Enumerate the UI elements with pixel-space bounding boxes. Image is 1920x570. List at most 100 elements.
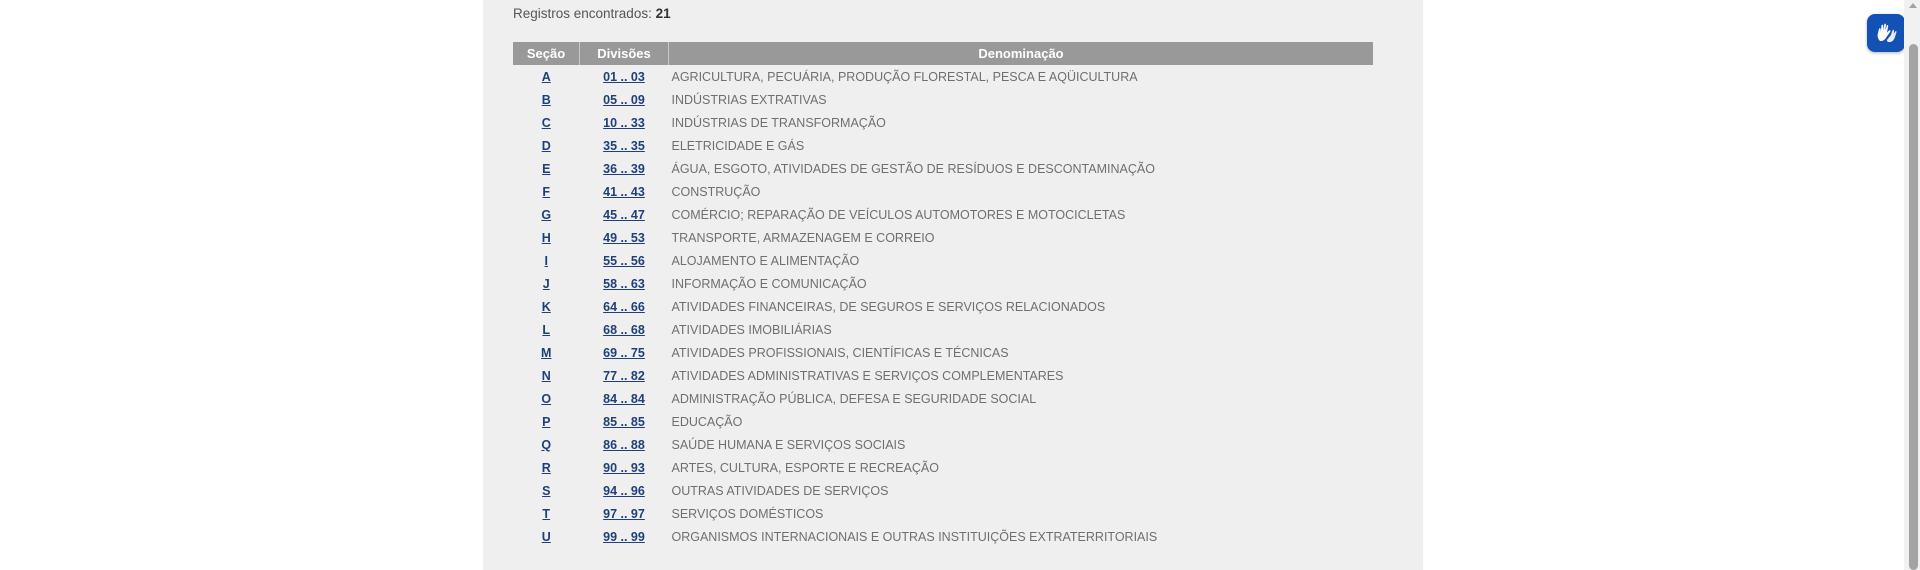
secao-link[interactable]: R [542,461,551,475]
divisoes-link[interactable]: 41 .. 43 [603,185,645,199]
table-body: A 01 .. 03 AGRICULTURA, PECUÁRIA, PRODUÇÃO… [513,65,1373,548]
cell-secao: M [513,341,580,364]
cell-denominacao: SERVIÇOS DOMÉSTICOS [671,506,824,521]
table-row: U 99 .. 99 ORGANISMOS INTERNACIONAIS E OUT… [513,525,1373,548]
cell-secao: R [513,456,580,479]
secao-link[interactable]: U [542,530,551,544]
divisoes-link[interactable]: 90 .. 93 [603,461,645,475]
secao-link[interactable]: M [541,346,551,360]
table-row: E 36 .. 39 ÁGUA, ESGOTO, ATIVIDADES DE GES… [513,157,1373,180]
table-row: N 77 .. 82 ATIVIDADES ADMINISTRATIVAS E SE… [513,364,1373,387]
cell-secao: Q [513,433,580,456]
divisoes-link[interactable]: 58 .. 63 [603,277,645,291]
cell-secao: O [513,387,580,410]
divisoes-link[interactable]: 99 .. 99 [603,530,645,544]
secao-link[interactable]: O [541,392,551,406]
divisoes-link[interactable]: 69 .. 75 [603,346,645,360]
divisoes-link[interactable]: 05 .. 09 [603,93,645,107]
secao-link[interactable]: G [541,208,551,222]
secao-link[interactable]: N [542,369,551,383]
scrollbar-thumb[interactable] [1909,44,1918,570]
secao-link[interactable]: J [543,277,550,291]
records-count-label: Registros encontrados: [513,6,652,21]
divisoes-link[interactable]: 01 .. 03 [603,70,645,84]
cell-denominacao: COMÉRCIO; REPARAÇÃO DE VEÍCULOS AUTOMOTO… [671,207,1126,222]
cell-divisoes: 10 .. 33 [580,111,669,134]
divisoes-link[interactable]: 68 .. 68 [603,323,645,337]
divisoes-link[interactable]: 36 .. 39 [603,162,645,176]
secao-link[interactable]: E [542,162,550,176]
cell-secao: H [513,226,580,249]
divisoes-link[interactable]: 97 .. 97 [603,507,645,521]
secao-link[interactable]: A [542,70,551,84]
table-row: F 41 .. 43 CONSTRUÇÃO [513,180,1373,203]
divisoes-link[interactable]: 55 .. 56 [603,254,645,268]
cell-divisoes: 84 .. 84 [580,387,669,410]
cell-divisoes: 90 .. 93 [580,456,669,479]
vlibras-accessibility-button[interactable] [1867,14,1905,52]
vertical-scrollbar[interactable] [1904,0,1920,570]
cell-denominacao: ADMINISTRAÇÃO PÚBLICA, DEFESA E SEGURIDA… [671,391,1037,406]
cell-denominacao: OUTRAS ATIVIDADES DE SERVIÇOS [671,483,889,498]
cell-divisoes: 94 .. 96 [580,479,669,502]
table-row: G 45 .. 47 COMÉRCIO; REPARAÇÃO DE VEÍCULOS… [513,203,1373,226]
secao-link[interactable]: K [542,300,551,314]
records-count-value: 21 [655,6,671,21]
cell-denominacao: ATIVIDADES ADMINISTRATIVAS E SERVIÇOS CO… [671,368,1064,383]
divisoes-link[interactable]: 94 .. 96 [603,484,645,498]
secao-link[interactable]: D [542,139,551,153]
secao-link[interactable]: B [542,93,551,107]
cell-divisoes: 05 .. 09 [580,88,669,111]
cell-denominacao: ÁGUA, ESGOTO, ATIVIDADES DE GESTÃO DE RE… [671,161,1155,176]
table-row: J 58 .. 63 INFORMAÇÃO E COMUNICAÇÃO [513,272,1373,295]
cell-secao: E [513,157,580,180]
secao-link[interactable]: I [545,254,548,268]
cell-denominacao: ARTES, CULTURA, ESPORTE E RECREAÇÃO [671,460,939,475]
secao-link[interactable]: S [542,484,550,498]
divisoes-link[interactable]: 84 .. 84 [603,392,645,406]
cell-denominacao: ATIVIDADES IMOBILIÁRIAS [671,322,832,337]
secao-link[interactable]: H [542,231,551,245]
cell-divisoes: 64 .. 66 [580,295,669,318]
cnae-sections-table: Seção Divisões Denominação A 01 .. 03 AGRI… [513,42,1373,548]
cell-divisoes: 55 .. 56 [580,249,669,272]
cell-denominacao: SAÚDE HUMANA E SERVIÇOS SOCIAIS [671,437,906,452]
cell-secao: C [513,111,580,134]
secao-link[interactable]: L [542,323,550,337]
cell-divisoes: 85 .. 85 [580,410,669,433]
cell-secao: I [513,249,580,272]
divisoes-link[interactable]: 77 .. 82 [603,369,645,383]
secao-link[interactable]: Q [541,438,551,452]
header-divisoes[interactable]: Divisões [579,42,669,65]
cell-denominacao: ELETRICIDADE E GÁS [671,138,805,153]
cell-denominacao: EDUCAÇÃO [671,414,743,429]
scroll-up-arrow-icon[interactable] [1909,3,1917,8]
divisoes-link[interactable]: 49 .. 53 [603,231,645,245]
table-row: L 68 .. 68 ATIVIDADES IMOBILIÁRIAS [513,318,1373,341]
header-denominacao[interactable]: Denominação [668,42,1373,65]
cell-secao: S [513,479,580,502]
divisoes-link[interactable]: 10 .. 33 [603,116,645,130]
divisoes-link[interactable]: 85 .. 85 [603,415,645,429]
cell-secao: L [513,318,580,341]
cell-denominacao: ATIVIDADES PROFISSIONAIS, CIENTÍFICAS E … [671,345,1009,360]
divisoes-link[interactable]: 64 .. 66 [603,300,645,314]
cell-secao: N [513,364,580,387]
divisoes-link[interactable]: 45 .. 47 [603,208,645,222]
cell-divisoes: 69 .. 75 [580,341,669,364]
cell-denominacao: ATIVIDADES FINANCEIRAS, DE SEGUROS E SER… [671,299,1106,314]
cell-divisoes: 36 .. 39 [580,157,669,180]
header-secao[interactable]: Seção [513,42,580,65]
cell-divisoes: 01 .. 03 [580,65,669,88]
cell-divisoes: 45 .. 47 [580,203,669,226]
cell-secao: T [513,502,580,525]
divisoes-link[interactable]: 86 .. 88 [603,438,645,452]
cell-divisoes: 97 .. 97 [580,502,669,525]
secao-link[interactable]: F [542,185,550,199]
divisoes-link[interactable]: 35 .. 35 [603,139,645,153]
secao-link[interactable]: T [542,507,550,521]
secao-link[interactable]: C [542,116,551,130]
table-row: O 84 .. 84 ADMINISTRAÇÃO PÚBLICA, DEFESA E… [513,387,1373,410]
cell-denominacao: INDÚSTRIAS DE TRANSFORMAÇÃO [671,115,886,130]
secao-link[interactable]: P [542,415,550,429]
